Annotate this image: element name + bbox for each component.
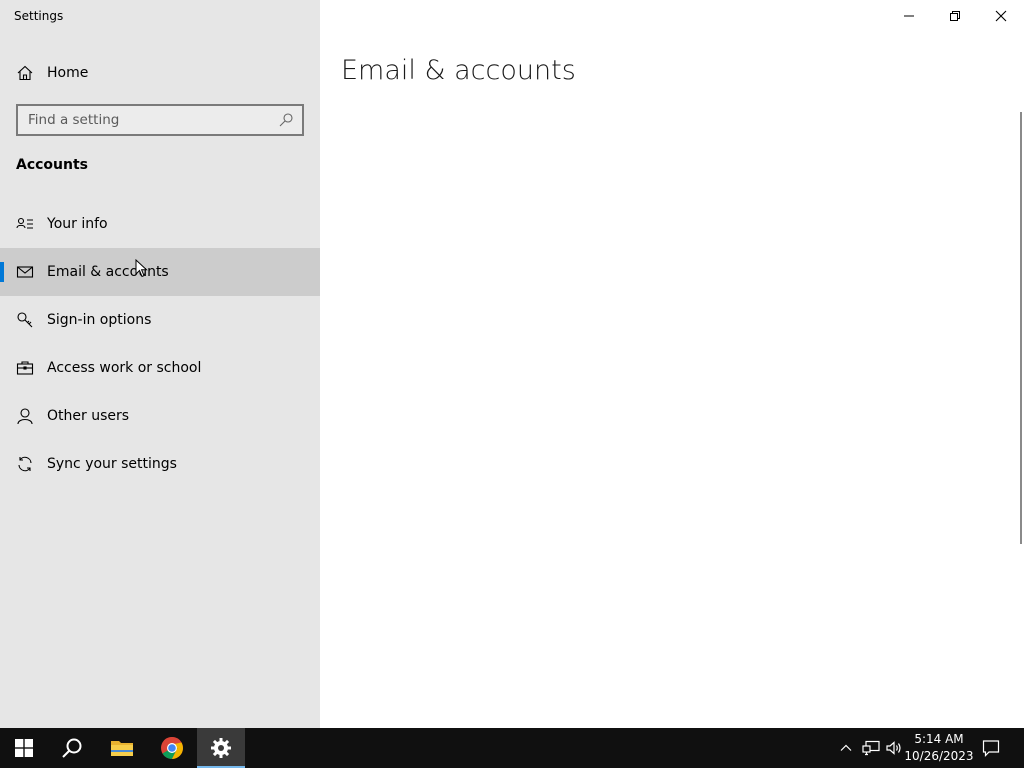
restore-button[interactable] (932, 0, 978, 32)
home-nav-item[interactable]: Home (0, 55, 320, 91)
restore-icon (950, 11, 960, 21)
windows-logo-icon (15, 739, 33, 757)
page-title: Email & accounts (341, 55, 576, 86)
sidebar-item-label: Access work or school (47, 360, 202, 376)
app-title: Settings (14, 9, 64, 23)
gear-icon (211, 738, 231, 758)
sidebar-item-sync-settings[interactable]: Sync your settings (0, 440, 320, 488)
show-hidden-icons-button[interactable] (836, 738, 856, 758)
folder-icon (111, 741, 133, 756)
key-icon (16, 311, 34, 329)
network-button[interactable] (861, 738, 881, 758)
search-button[interactable] (48, 728, 96, 768)
sidebar-item-label: Sync your settings (47, 456, 177, 472)
search-icon (62, 738, 82, 758)
chevron-up-icon (840, 744, 852, 751)
network-icon (862, 740, 880, 756)
clock-date: 10/26/2023 (904, 749, 974, 763)
file-explorer-button[interactable] (98, 728, 146, 768)
nav-list: Your info Email & accounts Sign-in optio… (0, 200, 320, 488)
notification-icon (982, 740, 1000, 757)
start-button[interactable] (0, 728, 48, 768)
sidebar-item-label: Other users (47, 408, 130, 424)
search-icon[interactable] (278, 112, 294, 128)
search-box[interactable] (16, 104, 304, 136)
home-label: Home (47, 65, 89, 81)
selection-indicator (0, 262, 4, 282)
sidebar-item-access-work[interactable]: Access work or school (0, 344, 320, 392)
sidebar-item-sign-in-options[interactable]: Sign-in options (0, 296, 320, 344)
briefcase-icon (16, 359, 34, 377)
minimize-button[interactable] (886, 0, 932, 32)
sync-icon (16, 455, 34, 473)
mouse-cursor-icon (135, 259, 148, 278)
close-button[interactable] (978, 0, 1024, 32)
sidebar: Settings Home Accounts (0, 0, 320, 728)
sidebar-item-other-users[interactable]: Other users (0, 392, 320, 440)
sidebar-item-label: Email & accounts (47, 264, 169, 280)
sidebar-item-label: Your info (47, 216, 108, 232)
person-card-icon (16, 215, 34, 233)
taskbar: 5:14 AM 10/26/2023 (0, 728, 1024, 768)
chrome-button[interactable] (148, 728, 196, 768)
volume-button[interactable] (884, 738, 904, 758)
search-input[interactable] (18, 106, 268, 134)
home-icon (16, 64, 34, 82)
sidebar-item-label: Sign-in options (47, 312, 152, 328)
taskbar-clock[interactable]: 5:14 AM 10/26/2023 (904, 731, 974, 765)
action-center-button[interactable] (981, 738, 1001, 758)
chrome-icon (161, 737, 183, 759)
clock-time: 5:14 AM (914, 732, 964, 746)
settings-window: Settings Home Accounts (0, 0, 1024, 728)
sidebar-item-email-accounts[interactable]: Email & accounts (0, 248, 320, 296)
close-icon (995, 10, 1007, 22)
minimize-icon (904, 15, 914, 17)
scrollbar[interactable] (1020, 112, 1022, 544)
sidebar-item-your-info[interactable]: Your info (0, 200, 320, 248)
main-content: Email & accounts (320, 0, 1024, 728)
person-icon (16, 407, 34, 425)
settings-button[interactable] (197, 728, 245, 768)
section-heading: Accounts (16, 157, 89, 173)
window-controls (886, 0, 1024, 32)
mail-icon (16, 263, 34, 281)
speaker-icon (886, 741, 901, 755)
